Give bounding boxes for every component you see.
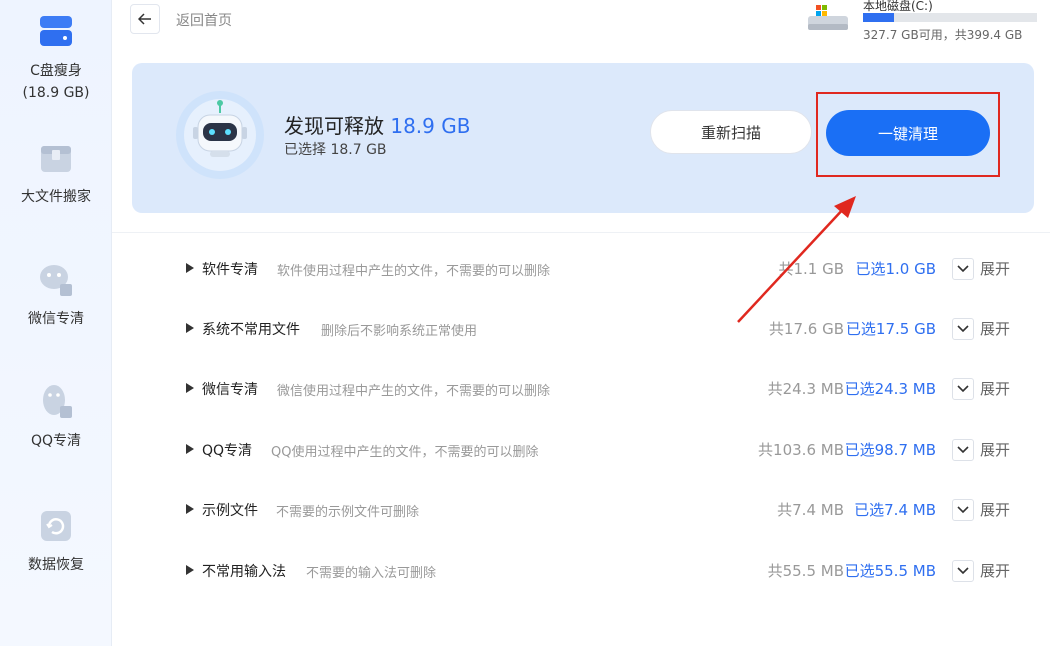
back-button[interactable] [130, 4, 160, 34]
back-home-link[interactable]: 返回首页 [176, 10, 232, 30]
expand-label[interactable]: 展开 [980, 560, 1010, 581]
row-title: 不常用输入法 [202, 564, 286, 580]
chevron-down-icon[interactable] [952, 499, 974, 521]
expand-triangle-icon[interactable] [186, 504, 194, 514]
sidebar-item-label: C盘瘦身 [30, 63, 82, 79]
recovery-icon [41, 511, 71, 541]
arrow-left-icon [138, 13, 151, 25]
row-selected: 已选55.5 MB [844, 562, 936, 580]
row-desc: 不需要的示例文件可删除 [276, 505, 420, 520]
expand-triangle-icon[interactable] [186, 383, 194, 393]
disk-status: 本地磁盘(C:) 327.7 GB可用，共399.4 GB [806, 0, 1046, 42]
annotation-highlight-box [816, 92, 1000, 177]
expand-label[interactable]: 展开 [980, 499, 1010, 520]
list-item[interactable]: 系统不常用文件 删除后不影响系统正常使用 共17.6 GB 已选17.5 GB … [112, 314, 1050, 344]
disk-name: 本地磁盘(C:) [863, 0, 933, 13]
expand-label[interactable]: 展开 [980, 378, 1010, 399]
disk-usage-fill [863, 13, 895, 22]
expand-triangle-icon[interactable] [186, 263, 194, 273]
list-item[interactable]: QQ专清 QQ使用过程中产生的文件，不需要的可以删除 共103.6 MB 已选9… [112, 435, 1050, 465]
found-prefix: 发现可释放 [284, 114, 384, 138]
chevron-down-icon[interactable] [952, 378, 974, 400]
expand-triangle-icon[interactable] [186, 565, 194, 575]
box-icon [41, 146, 71, 172]
row-desc: 微信使用过程中产生的文件，不需要的可以删除 [277, 384, 551, 399]
expand-label[interactable]: 展开 [980, 258, 1010, 279]
chevron-down-icon[interactable] [952, 560, 974, 582]
row-selected: 已选24.3 MB [844, 380, 936, 398]
row-selected: 已选98.7 MB [844, 441, 936, 459]
disk-info: 327.7 GB可用，共399.4 GB [863, 28, 1023, 42]
row-total: 共17.6 GB [768, 320, 844, 338]
row-selected: 已选17.5 GB [845, 320, 936, 338]
sidebar-item-sub: (18.9 GB) [22, 85, 90, 101]
disk-icon [40, 16, 72, 46]
sidebar: C盘瘦身 (18.9 GB) 大文件搬家 微信专清 QQ专清 数据恢复 [0, 0, 112, 646]
selected-text: 已选择 18.7 GB [284, 142, 387, 158]
expand-label[interactable]: 展开 [980, 439, 1010, 460]
sidebar-item-label: QQ专清 [30, 433, 82, 449]
top-bar: 返回首页 本地磁盘(C:) 327.7 GB可用，共399.4 GB [112, 0, 1050, 42]
rescan-button[interactable]: 重新扫描 [650, 110, 812, 154]
expand-triangle-icon[interactable] [186, 444, 194, 454]
sidebar-item-c-drive[interactable]: C盘瘦身 (18.9 GB) [0, 10, 112, 104]
sidebar-item-label: 大文件搬家 [21, 189, 91, 205]
robot-icon [176, 91, 264, 179]
found-value: 18.9 GB [390, 114, 471, 138]
list-item[interactable]: 不常用输入法 不需要的输入法可删除 共55.5 MB 已选55.5 MB 展开 [112, 556, 1050, 586]
drive-icon [808, 5, 848, 30]
row-total: 共24.3 MB [767, 380, 844, 398]
chevron-down-icon[interactable] [952, 258, 974, 280]
found-text: 发现可释放 18.9 GB [284, 110, 470, 139]
disk-usage-bar [863, 13, 1037, 22]
sidebar-item-label: 微信专清 [28, 311, 84, 327]
row-selected: 已选1.0 GB [855, 260, 936, 278]
wechat-icon [40, 265, 72, 296]
sidebar-item-label: 数据恢复 [28, 557, 84, 573]
chevron-down-icon[interactable] [952, 439, 974, 461]
row-total: 共55.5 MB [767, 562, 844, 580]
row-title: 示例文件 [202, 503, 258, 519]
expand-triangle-icon[interactable] [186, 323, 194, 333]
list-item[interactable]: 微信专清 微信使用过程中产生的文件，不需要的可以删除 共24.3 MB 已选24… [112, 374, 1050, 404]
row-desc: 删除后不影响系统正常使用 [321, 324, 478, 339]
row-desc: QQ使用过程中产生的文件，不需要的可以删除 [271, 445, 539, 460]
row-total: 共103.6 MB [758, 441, 844, 459]
divider [112, 232, 1050, 233]
row-selected: 已选7.4 MB [854, 501, 936, 519]
row-title: 系统不常用文件 [202, 322, 300, 338]
chevron-down-icon[interactable] [952, 318, 974, 340]
expand-label[interactable]: 展开 [980, 318, 1010, 339]
sidebar-item-large-files[interactable]: 大文件搬家 [0, 136, 112, 208]
row-desc: 不需要的输入法可删除 [306, 566, 437, 581]
sidebar-item-recovery[interactable]: 数据恢复 [0, 504, 112, 576]
row-title: 微信专清 [202, 382, 258, 398]
list-item[interactable]: 软件专清 软件使用过程中产生的文件，不需要的可以删除 共1.1 GB 已选1.0… [112, 254, 1050, 284]
sidebar-item-qq[interactable]: QQ专清 [0, 380, 112, 452]
row-total: 共7.4 MB [777, 501, 844, 519]
row-title: 软件专清 [202, 262, 258, 278]
row-title: QQ专清 [202, 443, 253, 459]
list-item[interactable]: 示例文件 不需要的示例文件可删除 共7.4 MB 已选7.4 MB 展开 [112, 495, 1050, 525]
row-desc: 软件使用过程中产生的文件，不需要的可以删除 [277, 264, 551, 279]
row-total: 共1.1 GB [778, 260, 844, 278]
sidebar-item-wechat[interactable]: 微信专清 [0, 258, 112, 330]
qq-icon [43, 385, 72, 418]
